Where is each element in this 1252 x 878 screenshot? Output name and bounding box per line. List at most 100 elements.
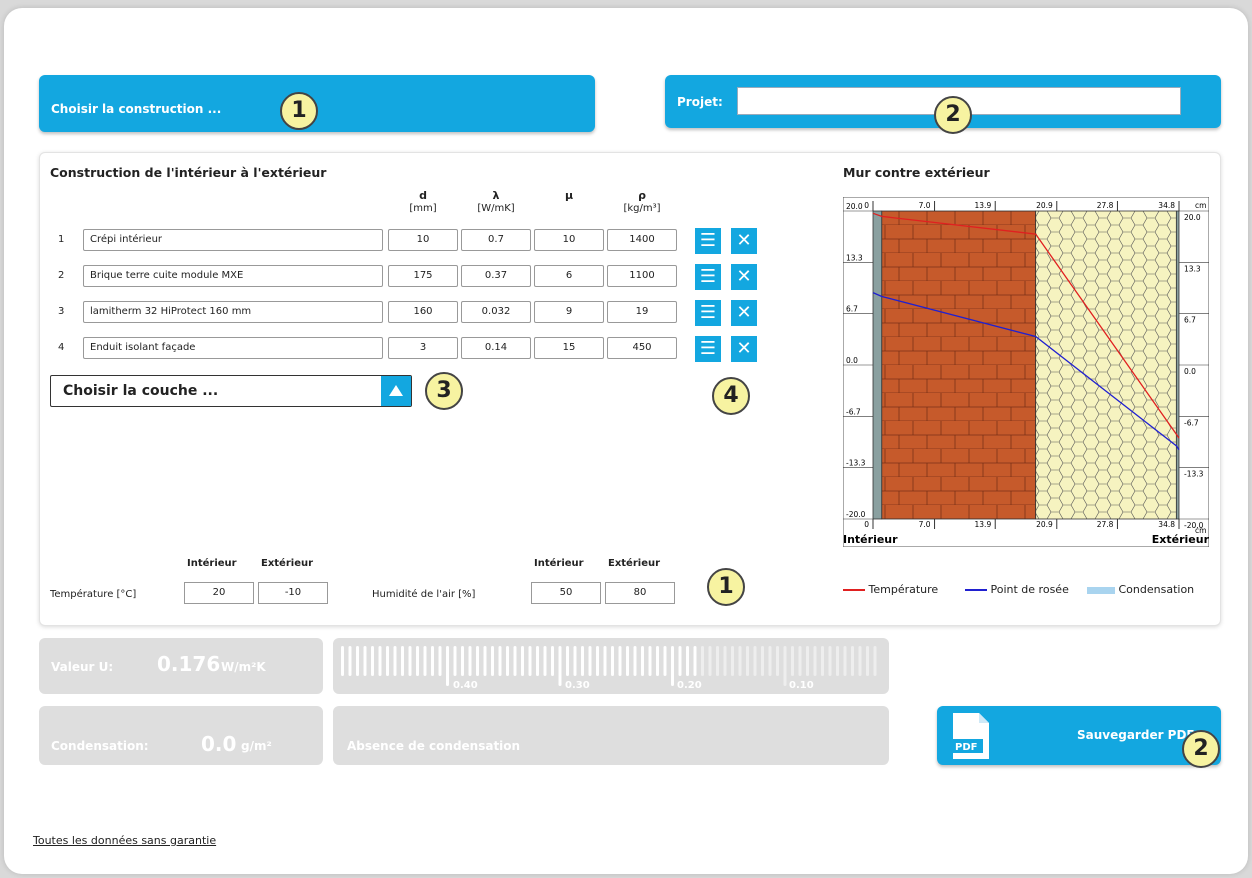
scale-tick	[393, 646, 397, 676]
condensation-status: Absence de condensation	[347, 739, 521, 753]
choose-construction-button[interactable]: Choisir la construction ...	[39, 75, 595, 132]
layer-name-field[interactable]: Enduit isolant façade	[83, 337, 383, 359]
close-icon[interactable]: ✕	[731, 228, 757, 254]
hum-interior-input[interactable]: 50	[531, 582, 601, 604]
scale-tick	[798, 646, 802, 676]
legend-temperature: Température	[843, 583, 938, 596]
hum-exterior-input[interactable]: 80	[605, 582, 675, 604]
scale-tick	[551, 646, 554, 676]
hum-exterior-header: Extérieur	[608, 558, 661, 569]
save-pdf-button[interactable]: PDF Sauvegarder PDF	[937, 706, 1221, 765]
layer-rho-field[interactable]: 1100	[607, 265, 677, 287]
scale-tick	[708, 646, 712, 676]
y-tick-label: 20.0	[1184, 213, 1201, 222]
scale-tick	[671, 646, 674, 686]
scale-tick	[431, 646, 434, 676]
scale-tick	[641, 646, 644, 676]
menu-icon[interactable]: ☰	[695, 228, 721, 254]
scale-tick	[821, 646, 824, 676]
legend-dewpoint: Point de rosée	[965, 583, 1069, 596]
scale-tick	[678, 646, 682, 676]
scale-tick	[843, 646, 847, 676]
scale-tick	[416, 646, 419, 676]
layer-d-field[interactable]: 10	[388, 229, 458, 251]
disclaimer-link[interactable]: Toutes les données sans garantie	[33, 834, 216, 847]
menu-icon[interactable]: ☰	[695, 300, 721, 326]
y-tick-label: -20.0	[846, 510, 866, 519]
close-icon[interactable]: ✕	[731, 300, 757, 326]
layer-rho-field[interactable]: 1400	[607, 229, 677, 251]
layer-mu-field[interactable]: 9	[534, 301, 604, 323]
scale-tick	[851, 646, 854, 676]
scale-tick	[483, 646, 487, 676]
scale-label: 0.10	[789, 680, 814, 691]
layer-d-field[interactable]: 3	[388, 337, 458, 359]
wall-chart: 0 0 7.0 7.0 13.9 13.9 20.9 20.9 27.8 27.8 34.8 34.8…	[843, 197, 1209, 547]
layer-rho-field[interactable]: 450	[607, 337, 677, 359]
x-tick-label: 27.8	[1097, 201, 1114, 210]
page: Choisir la construction ... 1 Projet: 2 …	[4, 8, 1248, 874]
menu-icon[interactable]: ☰	[695, 264, 721, 290]
temp-interior-input[interactable]: 20	[184, 582, 254, 604]
callout-badge-5: 1	[707, 568, 745, 606]
x-tick-label: 20.9	[1036, 201, 1053, 210]
scale-tick	[633, 646, 637, 676]
wall-layer	[881, 210, 1037, 520]
layer-d-field[interactable]: 160	[388, 301, 458, 323]
x-unit-label: cm	[1195, 201, 1206, 210]
condensation-value: 0.0	[201, 732, 237, 756]
close-icon[interactable]: ✕	[731, 264, 757, 290]
layer-mu-field[interactable]: 10	[534, 229, 604, 251]
wall-layer	[1035, 210, 1177, 520]
wall-layer	[1175, 210, 1180, 520]
scale-tick	[498, 646, 502, 676]
scale-tick	[408, 646, 412, 676]
layer-name-field[interactable]: Crépi intérieur	[83, 229, 383, 251]
scale-tick	[648, 646, 652, 676]
hum-interior-header: Intérieur	[534, 558, 584, 569]
scale-tick	[468, 646, 472, 676]
scale-tick	[566, 646, 569, 676]
chevron-up-icon[interactable]	[381, 376, 411, 406]
scale-label: 0.40	[453, 680, 478, 691]
x-tick-label: 20.9	[1036, 520, 1053, 529]
layer-name-field[interactable]: lamitherm 32 HiProtect 160 mm	[83, 301, 383, 323]
layer-d-field[interactable]: 175	[388, 265, 458, 287]
layer-lambda-field[interactable]: 0.032	[461, 301, 531, 323]
scale-tick	[761, 646, 764, 676]
x-tick-label: 34.8	[1158, 201, 1175, 210]
scale-tick	[738, 646, 742, 676]
scale-tick	[543, 646, 547, 676]
layer-number: 3	[58, 306, 65, 317]
u-value-box: Valeur U: 0.176 W/m²K	[39, 638, 323, 694]
choose-construction-label: Choisir la construction ...	[51, 102, 222, 116]
callout-badge-6: 2	[1182, 730, 1220, 768]
menu-icon[interactable]: ☰	[695, 336, 721, 362]
u-value-scale: 0.40 0.30 0.20 0.10	[333, 638, 889, 694]
temp-interior-header: Intérieur	[187, 558, 237, 569]
y-tick-label: 6.7	[1184, 315, 1196, 324]
close-icon[interactable]: ✕	[731, 336, 757, 362]
temp-exterior-input[interactable]: -10	[258, 582, 328, 604]
y-tick-label: 6.7	[846, 304, 858, 313]
layer-mu-field[interactable]: 6	[534, 265, 604, 287]
layer-lambda-field[interactable]: 0.7	[461, 229, 531, 251]
layer-lambda-field[interactable]: 0.37	[461, 265, 531, 287]
layer-rho-field[interactable]: 19	[607, 301, 677, 323]
scale-tick	[528, 646, 532, 676]
scale-tick	[746, 646, 749, 676]
scale-tick	[783, 646, 787, 686]
scale-label: 0.20	[677, 680, 702, 691]
layer-name-field[interactable]: Brique terre cuite module MXE	[83, 265, 383, 287]
scale-tick	[446, 646, 449, 686]
legend-dewpoint-swatch	[965, 589, 987, 591]
legend-condensation-swatch	[1087, 586, 1115, 594]
layer-mu-field[interactable]: 15	[534, 337, 604, 359]
condensation-status-box: Absence de condensation	[333, 706, 889, 765]
callout-badge-3: 3	[425, 372, 463, 410]
layer-lambda-field[interactable]: 0.14	[461, 337, 531, 359]
scale-tick	[806, 646, 809, 676]
choose-layer-select[interactable]: Choisir la couche ...	[50, 375, 412, 407]
callout-badge-1: 1	[280, 92, 318, 130]
layer-number: 4	[58, 342, 65, 353]
